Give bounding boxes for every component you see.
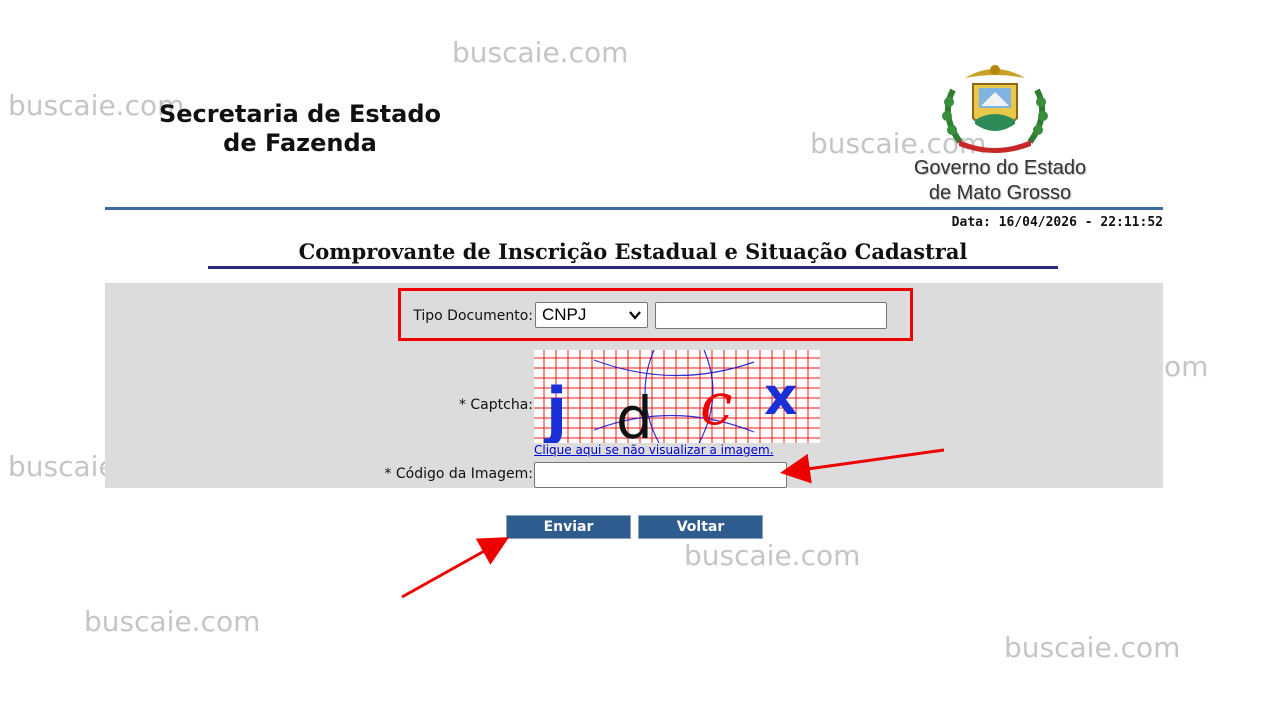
watermark: buscaie.com	[452, 36, 629, 69]
captcha-char: x	[764, 367, 798, 427]
watermark: buscaie.com	[1004, 631, 1181, 664]
tipo-documento-selected: CNPJ	[542, 305, 587, 324]
secretaria-title: Secretaria de Estado de Fazenda	[150, 100, 450, 158]
documento-input[interactable]	[655, 302, 887, 329]
title-underline	[208, 266, 1058, 269]
secretaria-line-1: Secretaria de Estado	[158, 100, 441, 128]
arrow-to-enviar-button	[401, 537, 510, 599]
captcha-label: * Captcha:	[458, 397, 533, 413]
captcha-image: j d c x	[534, 350, 820, 443]
secretaria-line-2: de Fazenda	[223, 129, 377, 157]
tipo-documento-label: Tipo Documento:	[413, 308, 533, 324]
voltar-button[interactable]: Voltar	[638, 515, 763, 539]
codigo-imagem-label: * Código da Imagem:	[384, 466, 533, 482]
state-coat-of-arms-logo	[942, 65, 1048, 153]
watermark: buscaie.com	[684, 539, 861, 572]
captcha-reload-link[interactable]: Clique aqui se não visualizar a imagem.	[534, 443, 774, 457]
page-title: Comprovante de Inscrição Estadual e Situ…	[298, 239, 968, 264]
chevron-down-icon	[628, 303, 642, 334]
watermark: buscaie.com	[84, 605, 261, 638]
governo-line-2: de Mato Grosso	[928, 182, 1072, 204]
header-divider	[105, 207, 1163, 210]
date-timestamp: Data: 16/04/2026 - 22:11:52	[951, 215, 1163, 230]
captcha-char: j	[543, 374, 567, 443]
governo-text: Governo do Estado de Mato Grosso	[880, 156, 1120, 206]
tipo-documento-select[interactable]: CNPJ	[535, 302, 648, 328]
captcha-char: c	[700, 370, 732, 438]
captcha-char: d	[616, 384, 653, 443]
enviar-button[interactable]: Enviar	[506, 515, 631, 539]
codigo-imagem-input[interactable]	[534, 462, 787, 488]
governo-line-1: Governo do Estado	[913, 157, 1087, 179]
